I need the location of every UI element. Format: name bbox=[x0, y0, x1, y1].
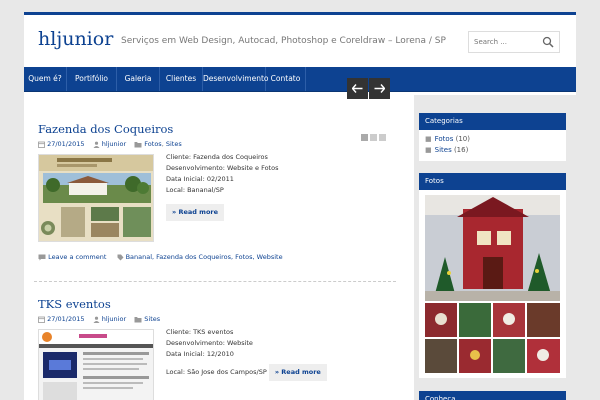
calendar-icon bbox=[38, 316, 45, 323]
post-detail-local: Local: Bananal/SP bbox=[166, 186, 224, 194]
post-detail-date: Data Inicial: 12/2010 bbox=[166, 350, 234, 358]
widget-fotos: Fotos bbox=[419, 173, 566, 378]
search-box bbox=[468, 31, 560, 53]
category-link[interactable]: Sites bbox=[435, 146, 452, 154]
sidebar: Categorias ■ Fotos (10) ■ Sites (16) Fotos bbox=[414, 95, 576, 400]
site-tagline: Serviços em Web Design, Autocad, Photosh… bbox=[121, 36, 446, 46]
post-detail-dev: Desenvolvimento: Website bbox=[166, 339, 253, 347]
main-nav: Quem é? Portifólio Galeria Clientes Dese… bbox=[24, 67, 576, 92]
post-thumbnail[interactable] bbox=[38, 154, 154, 242]
post-meta: 27/01/2015 hljunior Fotos, Sites bbox=[38, 140, 182, 148]
category-count: (16) bbox=[453, 146, 469, 154]
nav-item-desenvolvimento[interactable]: Desenvolvimento bbox=[203, 67, 269, 91]
post-date[interactable]: 27/01/2015 bbox=[47, 315, 84, 323]
post-category[interactable]: Sites bbox=[166, 140, 182, 148]
folder-icon bbox=[134, 141, 142, 147]
post-author[interactable]: hljunior bbox=[102, 140, 126, 148]
post-category[interactable]: Sites bbox=[144, 315, 160, 323]
widget-title: Categorias bbox=[419, 113, 566, 130]
arrow-right-icon bbox=[374, 84, 385, 93]
post-divider bbox=[34, 281, 396, 282]
post-tks: TKS eventos 27/01/2015 hljunior Sites Cl… bbox=[38, 297, 396, 400]
nav-item-portifolio[interactable]: Portifólio bbox=[67, 67, 117, 91]
nav-item-galeria[interactable]: Galeria bbox=[117, 67, 160, 91]
post-detail-date: Data Inicial: 02/2011 bbox=[166, 175, 234, 183]
widget-categorias: Categorias ■ Fotos (10) ■ Sites (16) bbox=[419, 113, 566, 161]
post-detail-local-row: Local: São Jose dos Campos/SP » Read mor… bbox=[166, 364, 327, 381]
post-footer-meta: Leave a comment Bananal, Fazenda dos Coq… bbox=[38, 253, 283, 261]
page: hljunior Serviços em Web Design, Autocad… bbox=[24, 12, 576, 400]
christmas-house-photo[interactable] bbox=[425, 195, 560, 373]
category-list: ■ Fotos (10) ■ Sites (16) bbox=[419, 130, 566, 162]
post-detail-client: Cliente: Fazenda dos Coqueiros bbox=[166, 153, 268, 161]
user-icon bbox=[93, 141, 100, 148]
tag-icon bbox=[117, 254, 123, 260]
post-tags[interactable]: Bananal, Fazenda dos Coqueiros, Fotos, W… bbox=[126, 253, 283, 261]
site-header: hljunior Serviços em Web Design, Autocad… bbox=[24, 15, 576, 67]
post-meta: 27/01/2015 hljunior Sites bbox=[38, 315, 160, 323]
comment-icon bbox=[38, 254, 46, 260]
user-icon bbox=[93, 316, 100, 323]
read-more-button[interactable]: » Read more bbox=[166, 204, 225, 221]
post-details: Cliente: Fazenda dos Coqueiros Desenvolv… bbox=[166, 152, 278, 221]
photo-gallery bbox=[425, 195, 560, 377]
widget-conheca: Conheça bbox=[419, 391, 566, 400]
post-thumbnail[interactable] bbox=[38, 329, 154, 400]
widget-title: Fotos bbox=[419, 173, 566, 190]
post-category[interactable]: Fotos bbox=[144, 140, 161, 148]
category-count: (10) bbox=[455, 135, 470, 143]
category-item-fotos: ■ Fotos (10) bbox=[425, 135, 560, 143]
nav-item-contato[interactable]: Contato bbox=[266, 67, 306, 91]
post-details: Cliente: TKS eventos Desenvolvimento: We… bbox=[166, 327, 327, 381]
bullet-icon: ■ bbox=[425, 146, 432, 154]
category-item-sites: ■ Sites (16) bbox=[425, 146, 560, 154]
calendar-icon bbox=[38, 141, 45, 148]
search-input[interactable] bbox=[469, 32, 539, 52]
main-content: Fazenda dos Coqueiros 27/01/2015 hljunio… bbox=[34, 95, 404, 400]
post-title[interactable]: TKS eventos bbox=[38, 297, 111, 311]
post-detail-local: Local: São Jose dos Campos/SP bbox=[166, 368, 267, 376]
folder-icon bbox=[134, 316, 142, 322]
fazenda-screenshot-image bbox=[39, 155, 153, 241]
leave-comment-link[interactable]: Leave a comment bbox=[48, 253, 106, 261]
post-detail-client: Cliente: TKS eventos bbox=[166, 328, 234, 336]
nav-item-quem-e[interactable]: Quem é? bbox=[24, 67, 67, 91]
post-fazenda: Fazenda dos Coqueiros 27/01/2015 hljunio… bbox=[38, 122, 396, 272]
search-icon[interactable] bbox=[542, 36, 554, 48]
post-author[interactable]: hljunior bbox=[102, 315, 126, 323]
post-title[interactable]: Fazenda dos Coqueiros bbox=[38, 122, 173, 136]
tks-screenshot-image bbox=[39, 330, 153, 400]
post-date[interactable]: 27/01/2015 bbox=[47, 140, 84, 148]
post-detail-dev: Desenvolvimento: Website e Fotos bbox=[166, 164, 279, 172]
arrow-left-icon bbox=[352, 84, 363, 93]
bullet-icon: ■ bbox=[425, 135, 432, 143]
site-title[interactable]: hljunior bbox=[38, 28, 113, 50]
category-link[interactable]: Fotos bbox=[435, 135, 454, 143]
read-more-button[interactable]: » Read more bbox=[268, 364, 327, 381]
nav-item-clientes[interactable]: Clientes bbox=[160, 67, 203, 91]
widget-title: Conheça bbox=[419, 391, 566, 400]
